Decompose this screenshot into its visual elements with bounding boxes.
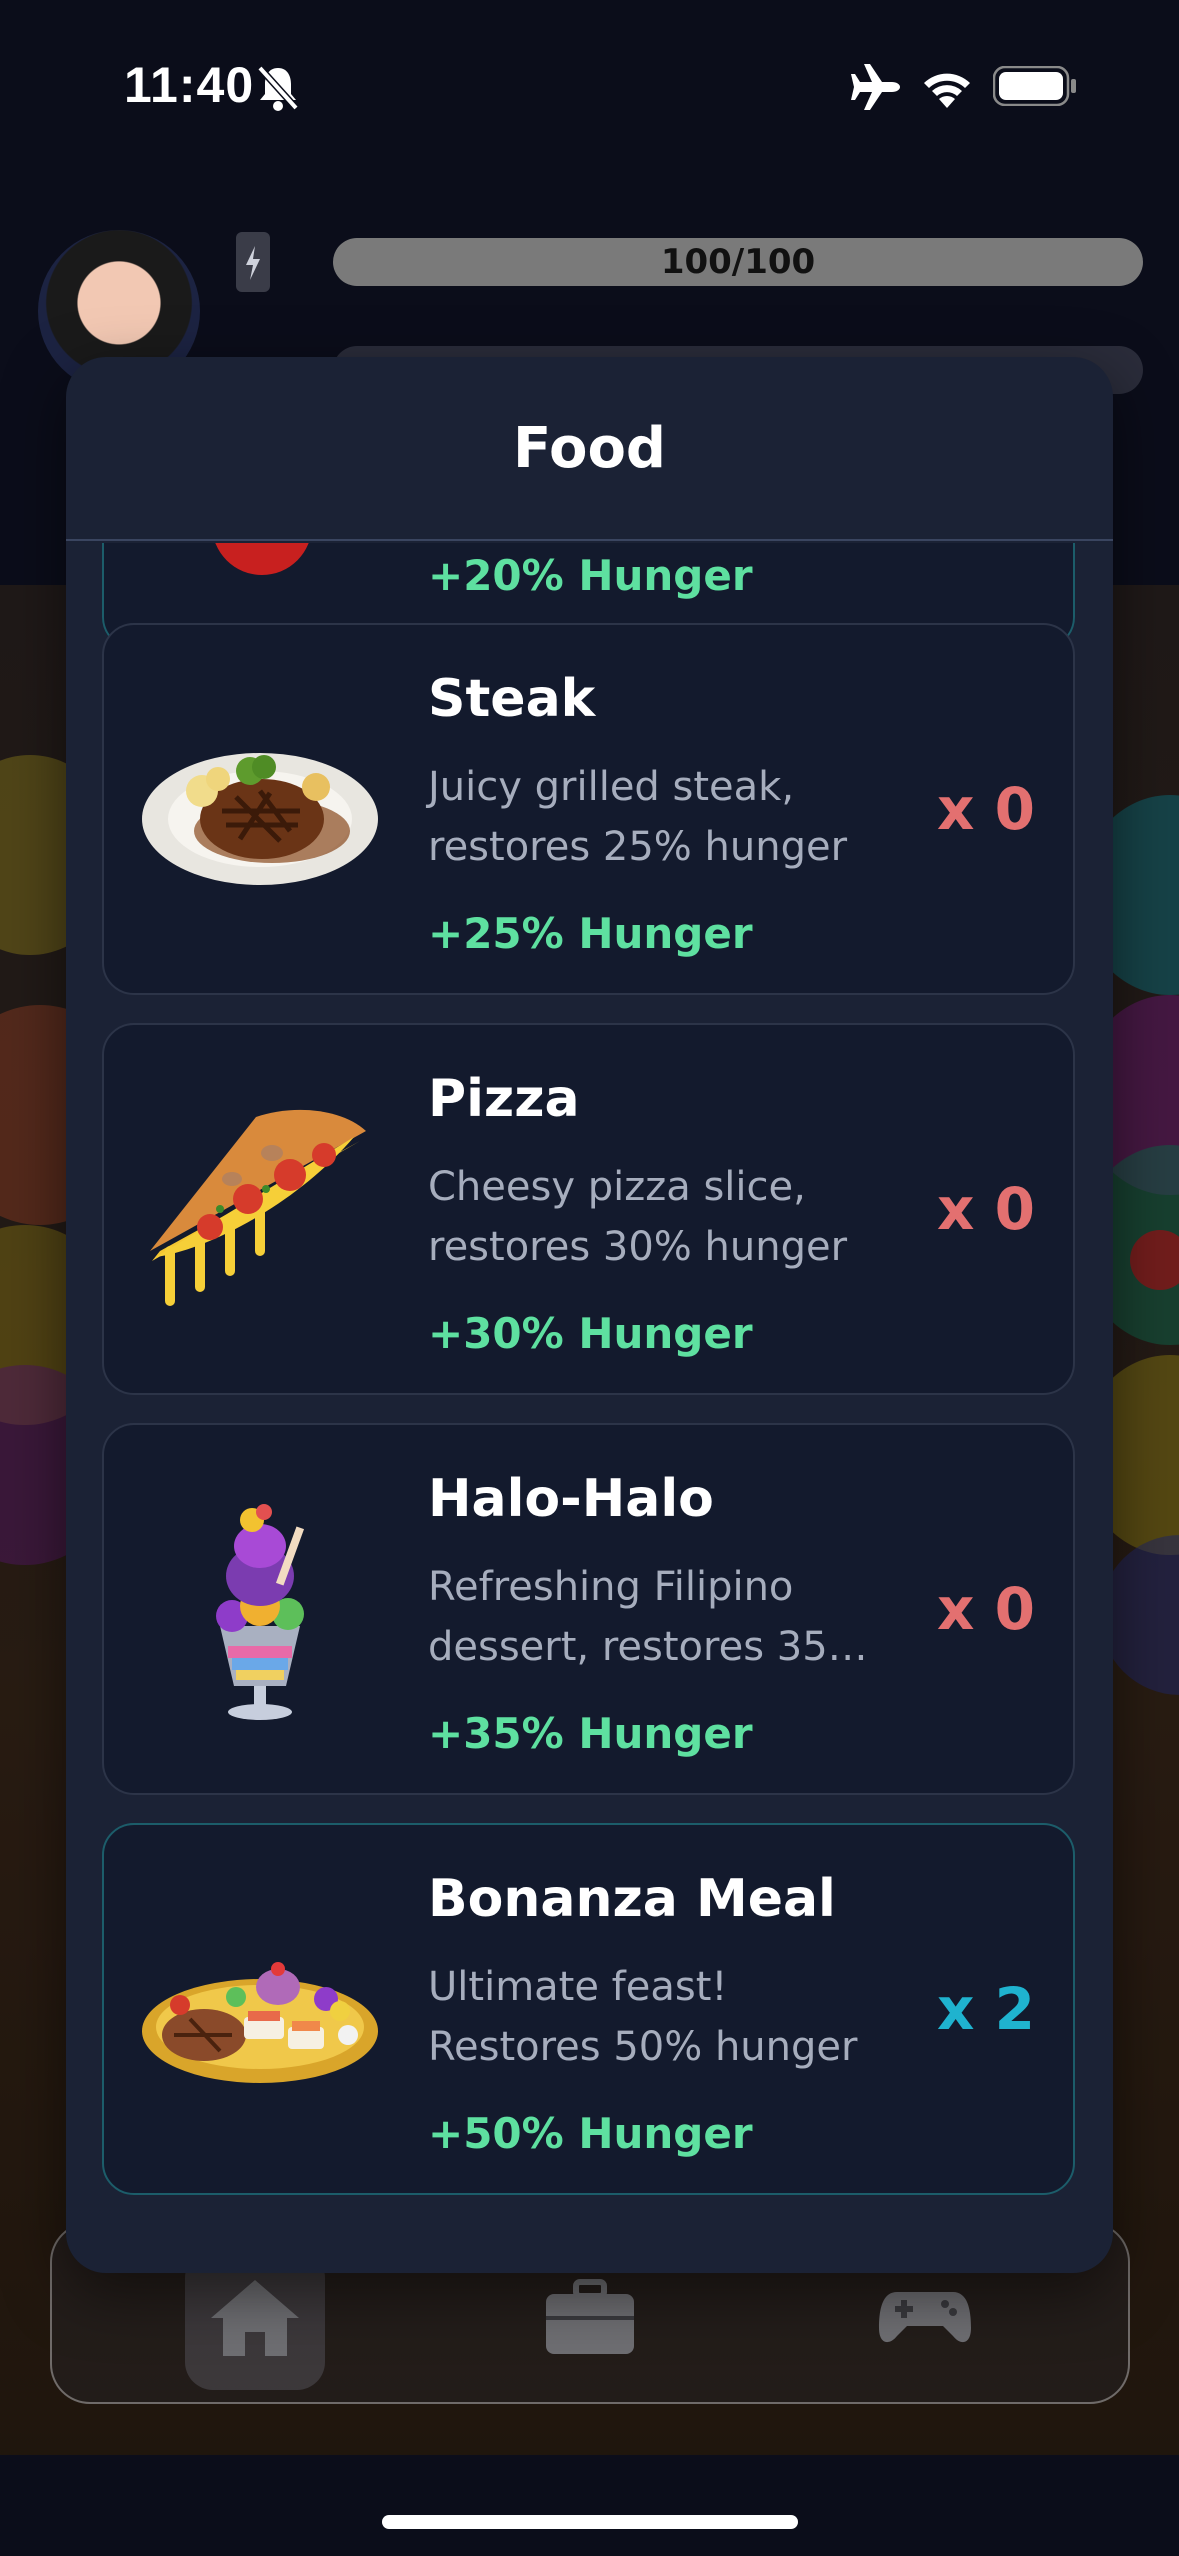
- gamepad-icon: [877, 2288, 973, 2352]
- energy-bar: 100/100: [333, 238, 1143, 286]
- food-item-quantity: x 0: [937, 1575, 1035, 1643]
- battery-icon: [992, 65, 1077, 110]
- food-item-steak[interactable]: Steak Juicy grilled steak, restores 25% …: [102, 623, 1075, 995]
- food-item-quantity: x 0: [937, 775, 1035, 843]
- pizza-image: [140, 1101, 380, 1321]
- food-item-quantity: x 0: [937, 1175, 1035, 1243]
- food-item-effect: +30% Hunger: [428, 1309, 753, 1358]
- modal-title: Food: [512, 415, 666, 481]
- food-item-description: Cheesy pizza slice, restores 30% hunger: [428, 1164, 848, 1270]
- food-item-name: Bonanza Meal: [428, 1869, 836, 1929]
- food-item-name: Pizza: [428, 1069, 580, 1129]
- food-item-quantity: x 2: [937, 1975, 1035, 2043]
- food-modal: Food +20% Hunger Steak Juicy grilled ste…: [66, 357, 1113, 2273]
- food-item-effect: +50% Hunger: [428, 2109, 753, 2158]
- briefcase-icon: [542, 2278, 638, 2362]
- food-item-halo-halo[interactable]: Halo-Halo Refreshing Filipino dessert, r…: [102, 1423, 1075, 1795]
- food-item-name: Steak: [428, 669, 596, 729]
- modal-header: Food: [66, 357, 1113, 541]
- food-item-effect: +35% Hunger: [428, 1709, 753, 1758]
- steak-image: [140, 701, 380, 921]
- bottom-safe-area: [0, 2455, 1179, 2556]
- energy-icon: [236, 232, 270, 292]
- home-icon: [207, 2276, 303, 2364]
- home-indicator[interactable]: [382, 2515, 798, 2529]
- food-item-description: Ultimate feast! Restores 50% hunger: [428, 1964, 858, 2070]
- food-item-bonanza-meal[interactable]: Bonanza Meal Ultimate feast! Restores 50…: [102, 1823, 1075, 2195]
- food-item-name: Halo-Halo: [428, 1469, 714, 1529]
- food-item-description: Refreshing Filipino dessert, restores 35…: [428, 1564, 868, 1670]
- food-list[interactable]: +20% Hunger Steak Juicy grilled steak, r…: [66, 543, 1113, 2273]
- food-item-pizza[interactable]: Pizza Cheesy pizza slice, restores 30% h…: [102, 1023, 1075, 1395]
- airplane-icon: [850, 62, 904, 116]
- apple-image: [212, 543, 312, 575]
- wifi-icon: [920, 64, 974, 112]
- bell-muted-icon: [254, 62, 302, 118]
- status-time: 11:40: [124, 57, 255, 113]
- bonanza-meal-image: [140, 1901, 380, 2121]
- food-item-description: Juicy grilled steak, restores 25% hunger: [428, 764, 848, 870]
- halo-halo-image: [140, 1501, 380, 1721]
- food-item-effect: +25% Hunger: [428, 909, 753, 958]
- food-item-effect: +20% Hunger: [428, 551, 753, 600]
